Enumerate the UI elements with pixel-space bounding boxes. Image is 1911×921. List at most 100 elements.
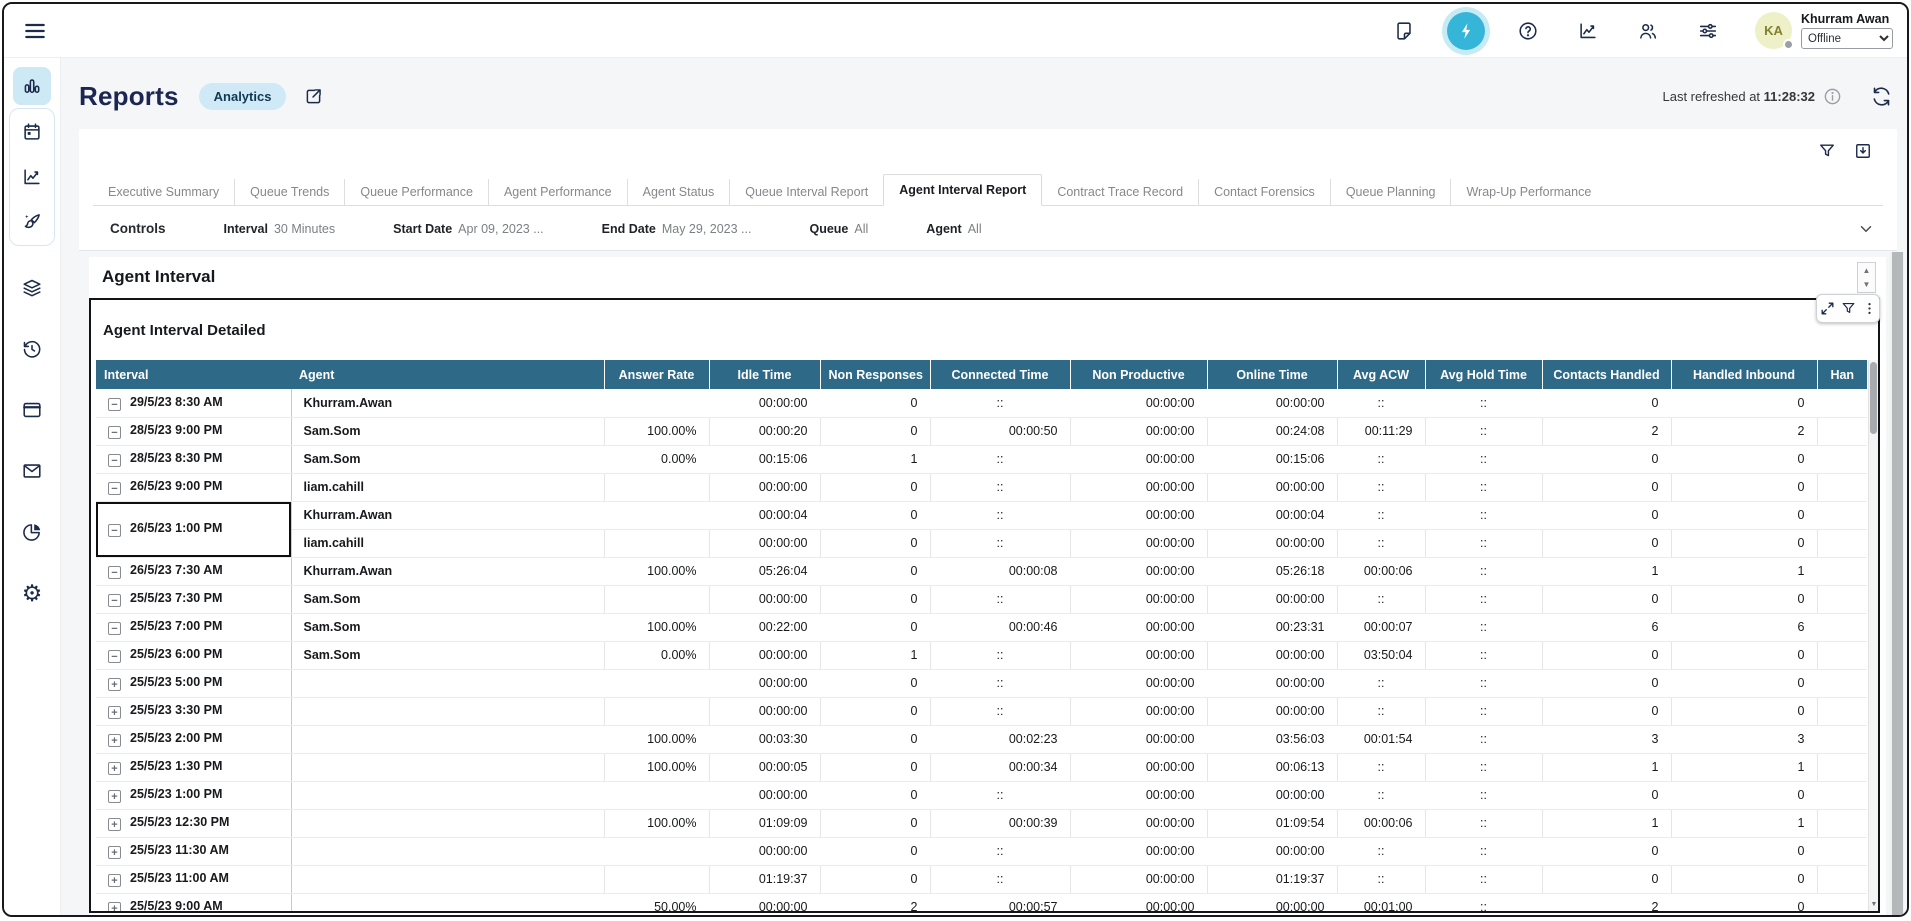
table-row[interactable]: +25/5/23 12:30 PM100.00%01:09:09000:00:3… xyxy=(96,809,1867,837)
external-link-icon[interactable] xyxy=(303,86,324,107)
table-row[interactable]: +25/5/23 5:00 PM00:00:000::00:00:0000:00… xyxy=(96,669,1867,697)
table-row[interactable]: +25/5/23 9:00 AM50.00%00:00:00200:00:570… xyxy=(96,893,1867,911)
quick-actions-lightning-icon[interactable] xyxy=(1447,12,1485,50)
column-header-avg_acw[interactable]: Avg ACW xyxy=(1337,360,1425,389)
sidebar-item-schedule[interactable] xyxy=(13,113,51,151)
expand-row-icon[interactable]: + xyxy=(108,846,121,859)
sidebar-item-analytics[interactable] xyxy=(13,67,51,105)
kebab-menu-icon[interactable] xyxy=(1862,301,1877,316)
column-header-idle_time[interactable]: Idle Time xyxy=(709,360,820,389)
notes-icon[interactable] xyxy=(1387,14,1421,48)
expand-icon[interactable] xyxy=(1819,300,1836,317)
filter-icon[interactable] xyxy=(1817,141,1837,161)
tab-queue-performance[interactable]: Queue Performance xyxy=(344,179,488,205)
sidebar-item-history[interactable] xyxy=(13,330,51,368)
collapse-row-icon[interactable]: − xyxy=(108,524,121,537)
table-scrollbar[interactable]: ▼ xyxy=(1868,360,1878,911)
tab-agent-interval-report[interactable]: Agent Interval Report xyxy=(883,174,1042,206)
table-row[interactable]: −28/5/23 8:30 PMSam.Som0.00%00:15:061::0… xyxy=(96,445,1867,473)
column-header-handled_inbound[interactable]: Handled Inbound xyxy=(1671,360,1817,389)
sidebar-item-design[interactable] xyxy=(13,203,51,241)
filter-agent[interactable]: AgentAll xyxy=(926,222,981,236)
hamburger-menu-icon[interactable] xyxy=(20,16,50,46)
table-row[interactable]: +25/5/23 11:30 AM00:00:000::00:00:0000:0… xyxy=(96,837,1867,865)
refresh-icon[interactable] xyxy=(1870,85,1893,108)
expand-row-icon[interactable]: + xyxy=(108,762,121,775)
table-row[interactable]: liam.cahill00:00:000::00:00:0000:00:00::… xyxy=(96,529,1867,557)
scroll-down-icon[interactable]: ▼ xyxy=(1858,278,1875,293)
column-header-connected_time[interactable]: Connected Time xyxy=(930,360,1070,389)
collapse-row-icon[interactable]: − xyxy=(108,622,121,635)
collapse-row-icon[interactable]: − xyxy=(108,426,121,439)
collapse-row-icon[interactable]: − xyxy=(108,398,121,411)
tab-wrap-up-performance[interactable]: Wrap-Up Performance xyxy=(1450,179,1606,205)
chevron-down-icon[interactable] xyxy=(1857,220,1875,238)
scroll-up-icon[interactable]: ▲ xyxy=(1858,263,1875,278)
table-scroll-down-icon[interactable]: ▼ xyxy=(1869,897,1879,911)
collapse-row-icon[interactable]: − xyxy=(108,454,121,467)
filter-interval[interactable]: Interval30 Minutes xyxy=(224,222,336,236)
expand-row-icon[interactable]: + xyxy=(108,706,121,719)
avatar[interactable]: KA xyxy=(1755,12,1792,49)
table-row[interactable]: +25/5/23 1:00 PM00:00:000::00:00:0000:00… xyxy=(96,781,1867,809)
sidebar-item-trends[interactable] xyxy=(13,158,51,196)
tab-queue-trends[interactable]: Queue Trends xyxy=(234,179,344,205)
sidebar-item-settings[interactable]: ⚙ xyxy=(13,574,51,612)
table-row[interactable]: −26/5/23 9:00 PMliam.cahill00:00:000::00… xyxy=(96,473,1867,501)
column-header-interval[interactable]: Interval xyxy=(96,360,291,389)
column-header-non_productive[interactable]: Non Productive xyxy=(1070,360,1207,389)
column-header-avg_hold_time[interactable]: Avg Hold Time xyxy=(1425,360,1542,389)
table-row[interactable]: −25/5/23 6:00 PMSam.Som0.00%00:00:001::0… xyxy=(96,641,1867,669)
table-row[interactable]: −25/5/23 7:30 PMSam.Som00:00:000::00:00:… xyxy=(96,585,1867,613)
table-row[interactable]: +25/5/23 3:30 PM00:00:000::00:00:0000:00… xyxy=(96,697,1867,725)
column-header-non_responses[interactable]: Non Responses xyxy=(820,360,930,389)
sidebar-item-reports-pie[interactable] xyxy=(13,513,51,551)
tab-executive-summary[interactable]: Executive Summary xyxy=(93,179,234,205)
collapse-row-icon[interactable]: − xyxy=(108,566,121,579)
download-icon[interactable] xyxy=(1853,141,1873,161)
table-row[interactable]: −26/5/23 1:00 PMKhurram.Awan00:00:040::0… xyxy=(96,501,1867,529)
collapse-row-icon[interactable]: − xyxy=(108,482,121,495)
info-icon[interactable] xyxy=(1823,87,1842,106)
expand-row-icon[interactable]: + xyxy=(108,734,121,747)
filter-start-date[interactable]: Start DateApr 09, 2023 ... xyxy=(393,222,544,236)
tab-agent-performance[interactable]: Agent Performance xyxy=(488,179,627,205)
tab-queue-interval-report[interactable]: Queue Interval Report xyxy=(729,179,883,205)
column-header-answer_rate[interactable]: Answer Rate xyxy=(604,360,709,389)
insights-chart-icon[interactable] xyxy=(1571,14,1605,48)
sidebar-item-mail[interactable] xyxy=(13,452,51,490)
tab-contract-trace-record[interactable]: Contract Trace Record xyxy=(1042,179,1198,205)
table-row[interactable]: +25/5/23 11:00 AM01:19:370::00:00:0001:1… xyxy=(96,865,1867,893)
filter-queue[interactable]: QueueAll xyxy=(809,222,868,236)
collapse-row-icon[interactable]: − xyxy=(108,594,121,607)
expand-row-icon[interactable]: + xyxy=(108,874,121,887)
tab-contact-forensics[interactable]: Contact Forensics xyxy=(1198,179,1330,205)
expand-row-icon[interactable]: + xyxy=(108,902,121,911)
table-row[interactable]: −26/5/23 7:30 AMKhurram.Awan100.00%05:26… xyxy=(96,557,1867,585)
expand-row-icon[interactable]: + xyxy=(108,818,121,831)
page-scrollbar[interactable] xyxy=(1890,252,1904,915)
column-header-contacts_handled[interactable]: Contacts Handled xyxy=(1542,360,1671,389)
contacts-icon[interactable] xyxy=(1631,14,1665,48)
preferences-sliders-icon[interactable] xyxy=(1691,14,1725,48)
column-header-online_time[interactable]: Online Time xyxy=(1207,360,1337,389)
filter-end-date[interactable]: End DateMay 29, 2023 ... xyxy=(602,222,752,236)
column-header-agent[interactable]: Agent xyxy=(291,360,604,389)
sidebar-item-workspace[interactable] xyxy=(13,391,51,429)
sidebar-item-layers[interactable] xyxy=(13,269,51,307)
column-header-handled_clipped[interactable]: Han xyxy=(1817,360,1867,389)
filter-icon[interactable] xyxy=(1840,300,1857,317)
collapse-row-icon[interactable]: − xyxy=(108,650,121,663)
table-row[interactable]: +25/5/23 1:30 PM100.00%00:00:05000:00:34… xyxy=(96,753,1867,781)
table-scrollbar-thumb[interactable] xyxy=(1870,362,1877,434)
help-icon[interactable] xyxy=(1511,14,1545,48)
table-row[interactable]: −25/5/23 7:00 PMSam.Som100.00%00:22:0000… xyxy=(96,613,1867,641)
expand-row-icon[interactable]: + xyxy=(108,790,121,803)
page-scrollbar-thumb[interactable] xyxy=(1892,252,1903,915)
tab-agent-status[interactable]: Agent Status xyxy=(627,179,730,205)
table-row[interactable]: −28/5/23 9:00 PMSam.Som100.00%00:00:2000… xyxy=(96,417,1867,445)
expand-row-icon[interactable]: + xyxy=(108,678,121,691)
tab-queue-planning[interactable]: Queue Planning xyxy=(1330,179,1451,205)
table-row[interactable]: +25/5/23 2:00 PM100.00%00:03:30000:02:23… xyxy=(96,725,1867,753)
status-select[interactable]: Offline xyxy=(1801,28,1893,49)
